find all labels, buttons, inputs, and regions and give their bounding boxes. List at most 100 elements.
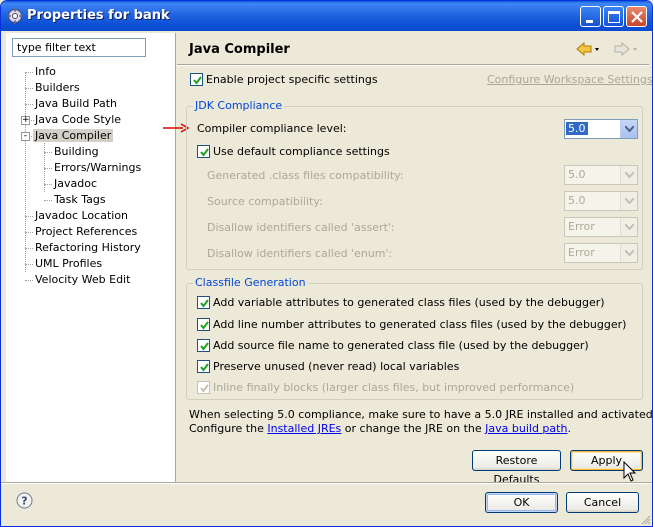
disallow-enum-select[interactable]: Error	[564, 243, 638, 263]
filter-input[interactable]	[12, 38, 146, 57]
disallow-assert-select[interactable]: Error	[564, 217, 638, 237]
chevron-down-icon	[620, 192, 637, 210]
generated-class-compat-label: Generated .class files compatibility:	[207, 169, 404, 182]
installed-jres-link[interactable]: Installed JREs	[267, 422, 341, 435]
tree-connector	[44, 152, 52, 153]
tree-connector	[25, 216, 33, 217]
title-bar[interactable]: Properties for bank	[1, 1, 652, 31]
tree-item-task-tags[interactable]: Task Tags	[54, 192, 106, 208]
tree-item-label: Javadoc	[54, 177, 97, 190]
tree-item-info[interactable]: Info	[35, 64, 56, 80]
tree-item-label: Task Tags	[54, 193, 106, 206]
jdk-compliance-title: JDK Compliance	[193, 99, 285, 112]
chevron-down-icon	[620, 166, 637, 184]
tree-item-javadoc-location[interactable]: Javadoc Location	[35, 208, 128, 224]
minimize-icon	[586, 20, 593, 23]
tree-connector	[25, 88, 33, 89]
svg-text:?: ?	[21, 495, 27, 508]
chevron-down-icon	[620, 244, 637, 262]
tree-item-label: Java Build Path	[35, 97, 118, 110]
ok-button[interactable]: OK	[485, 492, 558, 513]
add-line-number-label: Add line number attributes to generated …	[213, 318, 627, 331]
expand-icon[interactable]: +	[21, 116, 30, 125]
mouse-cursor-icon	[623, 461, 637, 482]
info-text-middle: or change the JRE on the	[341, 422, 486, 435]
tree-connector	[44, 200, 52, 201]
add-variable-attributes-checkbox[interactable]	[197, 296, 210, 309]
add-line-number-checkbox[interactable]	[197, 318, 210, 331]
tree-connector	[25, 104, 33, 105]
disallow-assert-value: Error	[568, 220, 595, 233]
enable-project-settings-checkbox[interactable]	[190, 73, 203, 86]
back-arrow-icon[interactable]	[575, 41, 601, 57]
configure-workspace-link[interactable]: Configure Workspace Settings...	[487, 73, 652, 86]
tree-item-java-code-style[interactable]: Java Code Style	[35, 112, 121, 128]
add-variable-attributes-label: Add variable attributes to generated cla…	[213, 296, 605, 309]
header-separator	[177, 64, 649, 66]
collapse-icon[interactable]: -	[21, 132, 30, 141]
use-default-compliance-checkbox[interactable]	[197, 145, 210, 158]
tree-item-building[interactable]: Building	[54, 144, 99, 160]
tree-item-label: Javadoc Location	[35, 209, 129, 222]
tree-guide-line	[25, 72, 26, 272]
tree-item-java-compiler[interactable]: Java Compiler	[33, 128, 114, 144]
tree-item-label: Building	[54, 145, 99, 158]
properties-icon	[7, 8, 23, 24]
resize-grip-icon[interactable]	[639, 513, 651, 525]
generated-class-compat-select[interactable]: 5.0	[564, 165, 638, 185]
tree-item-java-build-path[interactable]: Java Build Path	[35, 96, 117, 112]
tree-connector	[31, 120, 34, 121]
chevron-down-icon[interactable]	[620, 120, 637, 138]
tree-item-velocity-web-edit[interactable]: Velocity Web Edit	[35, 272, 130, 288]
generated-class-compat-value: 5.0	[568, 168, 586, 181]
info-text-line1: When selecting 5.0 compliance, make sure…	[189, 408, 653, 421]
add-source-file-name-label: Add source file name to generated class …	[213, 339, 589, 352]
maximize-button[interactable]	[603, 6, 624, 27]
tree-item-label: Project References	[35, 225, 138, 238]
restore-defaults-button[interactable]: Restore Defaults	[472, 450, 561, 486]
info-text-line2: Configure the Installed JREs or change t…	[189, 422, 571, 435]
tree-item-label: Builders	[35, 81, 80, 94]
forward-arrow-icon[interactable]	[613, 41, 639, 57]
checkmark-icon	[200, 321, 209, 330]
disallow-enum-value: Error	[568, 246, 595, 259]
java-build-path-link[interactable]: Java build path	[485, 422, 567, 435]
enable-project-settings-label: Enable project specific settings	[206, 73, 378, 86]
tree-connector	[25, 280, 33, 281]
window-title: Properties for bank	[27, 8, 170, 23]
tree-item-label: Java Code Style	[35, 113, 122, 126]
inline-finally-label: Inline finally blocks (larger class file…	[213, 381, 575, 394]
close-button[interactable]	[626, 6, 647, 27]
preserve-unused-checkbox[interactable]	[197, 360, 210, 373]
inline-finally-checkbox[interactable]	[197, 381, 210, 394]
right-pane: Java Compiler Enable project specific se…	[177, 33, 652, 486]
cancel-button[interactable]: Cancel	[566, 492, 639, 513]
compliance-level-select[interactable]: 5.0	[564, 119, 638, 139]
disallow-assert-label: Disallow identifiers called 'assert':	[207, 221, 395, 234]
chevron-down-icon	[620, 218, 637, 236]
tree-item-builders[interactable]: Builders	[35, 80, 80, 96]
tree-connector	[44, 184, 52, 185]
checkmark-icon	[200, 384, 209, 393]
tree-item-uml-profiles[interactable]: UML Profiles	[35, 256, 102, 272]
source-compat-label: Source compatibility:	[207, 195, 323, 208]
tree-item-javadoc[interactable]: Javadoc	[54, 176, 97, 192]
maximize-icon	[608, 11, 620, 23]
compliance-level-value: 5.0	[566, 122, 588, 135]
info-text-suffix: .	[567, 422, 571, 435]
checkmark-icon	[193, 76, 202, 85]
tree-connector	[25, 232, 33, 233]
tree-item-refactoring-history[interactable]: Refactoring History	[35, 240, 141, 256]
classfile-generation-title: Classfile Generation	[193, 276, 308, 289]
checkmark-icon	[200, 342, 209, 351]
help-icon[interactable]: ?	[16, 492, 33, 509]
use-default-compliance-label: Use default compliance settings	[213, 145, 390, 158]
checkmark-icon	[200, 363, 209, 372]
tree-item-errors-warnings[interactable]: Errors/Warnings	[54, 160, 141, 176]
add-source-file-name-checkbox[interactable]	[197, 339, 210, 352]
tree-item-label: UML Profiles	[35, 257, 103, 270]
tree-item-project-references[interactable]: Project References	[35, 224, 137, 240]
source-compat-select[interactable]: 5.0	[564, 191, 638, 211]
minimize-button[interactable]	[580, 6, 601, 27]
page-title: Java Compiler	[189, 42, 290, 57]
